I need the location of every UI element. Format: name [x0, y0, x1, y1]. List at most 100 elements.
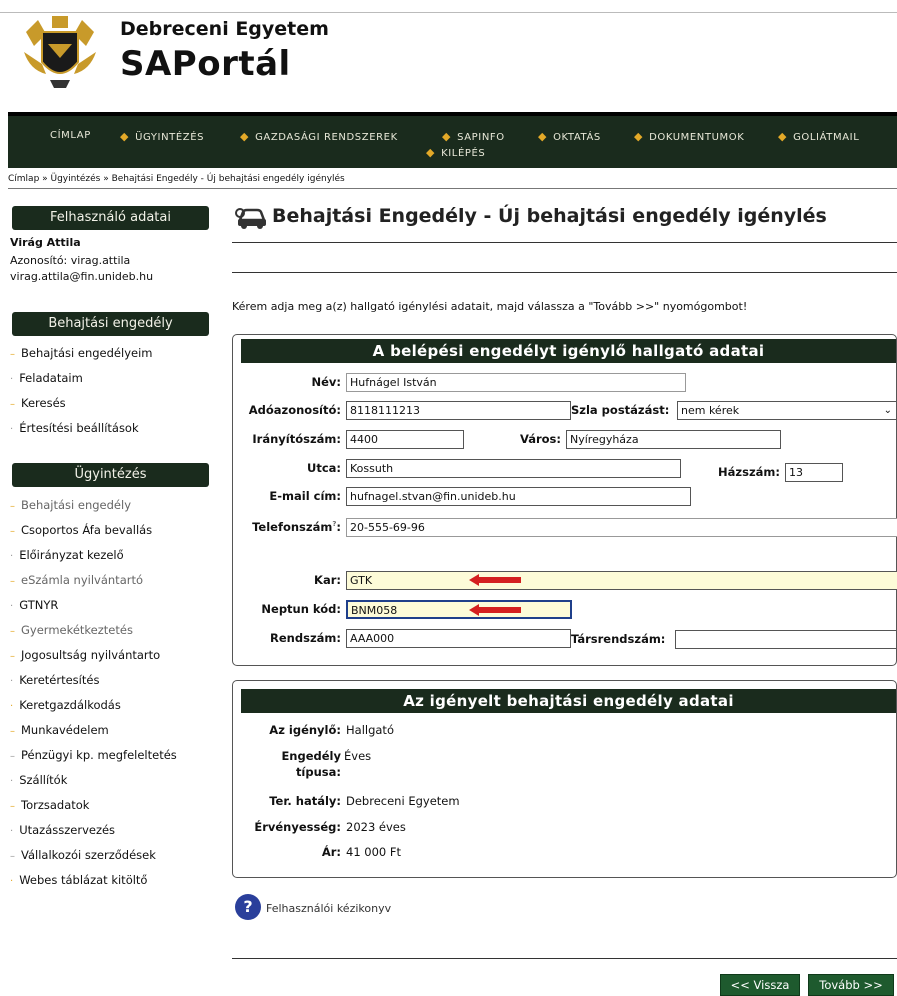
dot-bullet-icon: ·: [10, 876, 14, 887]
tax-id-label: Adóazonosító:: [248, 403, 341, 417]
next-button[interactable]: Tovább >>: [808, 974, 894, 996]
sidebar-item-afa-bevallas[interactable]: – Csoportos Áfa bevallás: [10, 523, 152, 537]
sidebar-item-munkavedelem[interactable]: – Munkavédelem: [10, 723, 109, 737]
sidebar-item-penzugyi-kp[interactable]: – Pénzügyi kp. megfeleltetés: [10, 748, 177, 762]
nav-item-goliatmail[interactable]: ◆ GOLIÁTMAIL: [778, 130, 859, 143]
dash-bullet-icon: –: [10, 349, 15, 360]
sidebar-item-search[interactable]: – Keresés: [10, 396, 66, 410]
scope-label: Ter. hatály:: [269, 794, 341, 808]
sidebar-item-my-permits[interactable]: – Behajtási engedélyeim: [10, 346, 152, 360]
sidebar-item-gyermeketkeztetes[interactable]: – Gyermekétkeztetés: [10, 623, 133, 637]
car-key-icon: [235, 208, 266, 229]
nav-item-ugyintezes[interactable]: ◆ ÜGYINTÉZÉS: [120, 130, 204, 143]
diamond-icon: ◆: [240, 130, 250, 143]
sidebar-item-keretgazdalkodas[interactable]: · Keretgazdálkodás: [10, 698, 121, 712]
neptun-code-label: Neptun kód:: [261, 602, 341, 616]
sidebar-item-torzsadatok[interactable]: – Torzsadatok: [10, 798, 89, 812]
sidebar-item-behajtasi-engedely[interactable]: – Behajtási engedély: [10, 498, 131, 512]
invoice-post-select[interactable]: nem kérek ⌄: [677, 401, 897, 420]
title-divider: [232, 242, 897, 243]
diamond-icon: ◆: [538, 130, 548, 143]
user-data-heading: Felhasználó adatai: [12, 206, 209, 230]
city-field[interactable]: Nyíregyháza: [566, 430, 781, 449]
validity-label: Érvényesség:: [254, 820, 341, 834]
tax-id-field[interactable]: 8118111213: [346, 401, 571, 420]
diamond-icon: ◆: [778, 130, 788, 143]
email-field[interactable]: hufnagel.stvan@fin.unideb.hu: [346, 487, 691, 506]
neptun-code-field[interactable]: BNM058: [346, 600, 572, 619]
scope-value: Debreceni Egyetem: [346, 794, 460, 808]
instruction-text: Kérem adja meg a(z) hallgató igénylési a…: [232, 300, 748, 313]
invoice-post-label: Szla postázást:: [571, 403, 670, 417]
dot-bullet-icon: ·: [10, 601, 14, 612]
phone-field[interactable]: 20-555-69-96: [346, 518, 897, 537]
dot-bullet-icon: ·: [10, 424, 14, 435]
sidebar-item-notification-settings[interactable]: · Értesítési beállítások: [10, 421, 139, 435]
sidebar-item-vallalkozoi[interactable]: – Vállalkozói szerződések: [10, 848, 156, 862]
requester-value: Hallgató: [346, 723, 394, 737]
faculty-field[interactable]: GTK: [346, 571, 897, 590]
student-panel-heading: A belépési engedélyt igénylő hallgató ad…: [241, 339, 896, 363]
zip-field[interactable]: 4400: [346, 430, 464, 449]
street-label: Utca:: [306, 461, 341, 475]
sidebar-item-utazasszervezes[interactable]: · Utazásszervezés: [10, 823, 115, 837]
house-number-field[interactable]: 13: [785, 463, 843, 482]
dash-bullet-icon: –: [10, 399, 15, 410]
user-id: Azonosító: virag.attila: [10, 254, 131, 267]
dash-bullet-icon: –: [10, 626, 15, 637]
sidebar-item-webes-tablazat[interactable]: · Webes táblázat kitöltő: [10, 873, 147, 887]
portal-name: SAPortál: [120, 44, 291, 84]
sidebar-item-keretertesites[interactable]: · Keretértesítés: [10, 673, 99, 687]
help-icon[interactable]: ?: [235, 894, 261, 920]
dot-bullet-icon: ·: [10, 374, 14, 385]
permit-panel-heading: Az igényelt behajtási engedély adatai: [241, 689, 896, 713]
dash-bullet-icon: –: [10, 726, 15, 737]
sidebar-item-eszamla[interactable]: – eSzámla nyilvántartó: [10, 573, 143, 587]
sidebar-item-eloiranyzat[interactable]: · Előirányzat kezelő: [10, 548, 124, 562]
dash-bullet-icon: –: [10, 751, 15, 762]
university-crest-logo[interactable]: [16, 12, 104, 92]
name-label: Név:: [311, 375, 341, 389]
nav-item-dokumentumok[interactable]: ◆ DOKUMENTUMOK: [634, 130, 744, 143]
breadcrumb-divider: [8, 188, 897, 189]
permit-menu-heading: Behajtási engedély: [12, 312, 209, 336]
plate-field[interactable]: AAA000: [346, 629, 571, 648]
back-button[interactable]: << Vissza: [720, 974, 800, 996]
top-divider: [0, 12, 897, 13]
dot-bullet-icon: ·: [10, 776, 14, 787]
page-title: Behajtási Engedély - Új behajtási engedé…: [272, 205, 827, 227]
house-number-label: Házszám:: [718, 465, 780, 479]
permit-type-value: Éves: [344, 749, 372, 763]
nav-item-cimlap[interactable]: CÍMLAP: [50, 130, 91, 141]
nav-item-gazdasagi[interactable]: ◆ GAZDASÁGI RENDSZEREK: [240, 130, 398, 143]
sidebar-item-jogosultsag[interactable]: – Jogosultság nyilvántarto: [10, 648, 160, 662]
user-manual-link[interactable]: Felhasználói kézikonyv: [266, 902, 391, 915]
nav-item-sapinfo[interactable]: ◆ SAPINFO: [442, 130, 505, 143]
dash-bullet-icon: –: [10, 801, 15, 812]
validity-value: 2023 éves: [346, 820, 406, 834]
nav-item-oktatas[interactable]: ◆ OKTATÁS: [538, 130, 601, 143]
footer-divider: [232, 958, 897, 959]
student-data-panel: A belépési engedélyt igénylő hallgató ad…: [232, 334, 897, 666]
red-arrow-icon: [469, 604, 521, 616]
street-field[interactable]: Kossuth: [346, 459, 681, 478]
price-label: Ár:: [321, 845, 341, 859]
diamond-icon: ◆: [426, 146, 436, 159]
nav-item-kilepes[interactable]: ◆ KILÉPÉS: [426, 146, 485, 159]
main-navigation: CÍMLAP ◆ ÜGYINTÉZÉS ◆ GAZDASÁGI RENDSZEREK…: [8, 112, 897, 168]
permit-data-panel: Az igényelt behajtási engedély adatai Az…: [232, 680, 897, 878]
name-field[interactable]: Hufnágel István: [346, 373, 686, 392]
sidebar-item-gtnyr[interactable]: · GTNYR: [10, 598, 58, 612]
dash-bullet-icon: –: [10, 651, 15, 662]
dot-bullet-icon: ·: [10, 551, 14, 562]
chevron-down-icon: ⌄: [883, 405, 892, 416]
sidebar-item-tasks[interactable]: · Feladataim: [10, 371, 83, 385]
sidebar-item-szallitok[interactable]: · Szállítók: [10, 773, 67, 787]
dash-bullet-icon: –: [10, 851, 15, 862]
diamond-icon: ◆: [120, 130, 130, 143]
diamond-icon: ◆: [634, 130, 644, 143]
user-name: Virág Attila: [10, 236, 81, 249]
breadcrumb[interactable]: Címlap » Ügyintézés » Behajtási Engedély…: [8, 174, 345, 184]
co-plate-field[interactable]: [675, 630, 897, 649]
content-divider: [232, 272, 897, 273]
